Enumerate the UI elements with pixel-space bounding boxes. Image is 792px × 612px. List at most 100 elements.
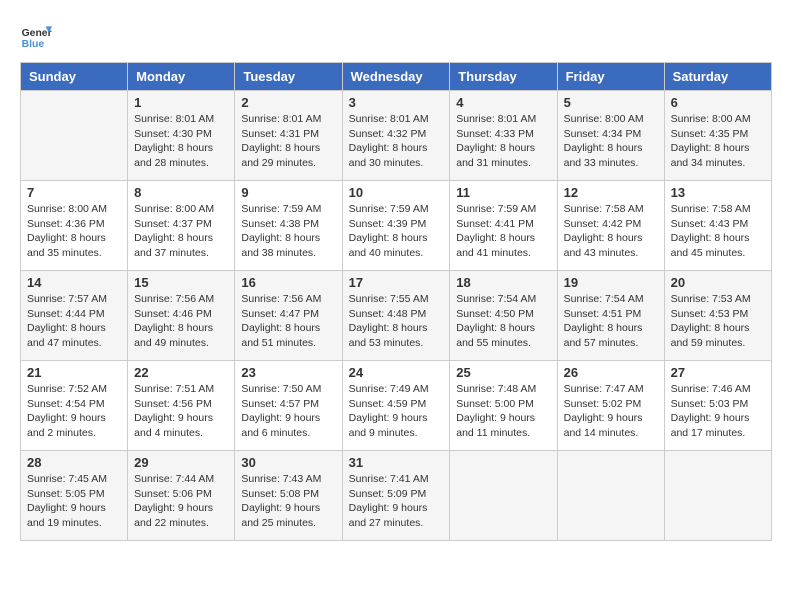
day-header-thursday: Thursday bbox=[450, 63, 557, 91]
week-row-2: 7Sunrise: 8:00 AMSunset: 4:36 PMDaylight… bbox=[21, 181, 772, 271]
day-number: 26 bbox=[564, 365, 658, 380]
day-info: Sunrise: 7:45 AMSunset: 5:05 PMDaylight:… bbox=[27, 472, 121, 531]
days-header-row: SundayMondayTuesdayWednesdayThursdayFrid… bbox=[21, 63, 772, 91]
day-number: 13 bbox=[671, 185, 765, 200]
day-number: 29 bbox=[134, 455, 228, 470]
day-number: 3 bbox=[349, 95, 444, 110]
calendar-cell: 19 Sunrise: 7:54 AMSunset: 4:51 PMDayligh… bbox=[557, 271, 664, 361]
calendar-cell: 5 Sunrise: 8:00 AMSunset: 4:34 PMDaylight… bbox=[557, 91, 664, 181]
day-header-wednesday: Wednesday bbox=[342, 63, 450, 91]
day-number: 19 bbox=[564, 275, 658, 290]
day-number: 8 bbox=[134, 185, 228, 200]
day-info: Sunrise: 7:56 AMSunset: 4:47 PMDaylight:… bbox=[241, 292, 335, 351]
day-info: Sunrise: 7:44 AMSunset: 5:06 PMDaylight:… bbox=[134, 472, 228, 531]
calendar-cell: 26 Sunrise: 7:47 AMSunset: 5:02 PMDayligh… bbox=[557, 361, 664, 451]
calendar-cell: 11Sunrise: 7:59 AMSunset: 4:41 PMDayligh… bbox=[450, 181, 557, 271]
day-info: Sunrise: 7:53 AMSunset: 4:53 PMDaylight:… bbox=[671, 292, 765, 351]
day-info: Sunrise: 7:56 AMSunset: 4:46 PMDaylight:… bbox=[134, 292, 228, 351]
day-info: Sunrise: 7:58 AMSunset: 4:42 PMDaylight:… bbox=[564, 202, 658, 261]
calendar-cell: 10 Sunrise: 7:59 AMSunset: 4:39 PMDayligh… bbox=[342, 181, 450, 271]
calendar-cell: 3 Sunrise: 8:01 AMSunset: 4:32 PMDaylight… bbox=[342, 91, 450, 181]
day-info: Sunrise: 7:41 AMSunset: 5:09 PMDaylight:… bbox=[349, 472, 444, 531]
day-info: Sunrise: 7:50 AMSunset: 4:57 PMDaylight:… bbox=[241, 382, 335, 441]
calendar-cell: 22 Sunrise: 7:51 AMSunset: 4:56 PMDayligh… bbox=[128, 361, 235, 451]
day-info: Sunrise: 8:00 AMSunset: 4:37 PMDaylight:… bbox=[134, 202, 228, 261]
logo-icon: General Blue bbox=[20, 20, 52, 52]
calendar-cell: 13 Sunrise: 7:58 AMSunset: 4:43 PMDayligh… bbox=[664, 181, 771, 271]
calendar-cell: 29 Sunrise: 7:44 AMSunset: 5:06 PMDayligh… bbox=[128, 451, 235, 541]
calendar-cell: 6Sunrise: 8:00 AMSunset: 4:35 PMDaylight… bbox=[664, 91, 771, 181]
calendar-cell: 24 Sunrise: 7:49 AMSunset: 4:59 PMDayligh… bbox=[342, 361, 450, 451]
day-number: 28 bbox=[27, 455, 121, 470]
calendar-cell: 27 Sunrise: 7:46 AMSunset: 5:03 PMDayligh… bbox=[664, 361, 771, 451]
calendar-cell: 17 Sunrise: 7:55 AMSunset: 4:48 PMDayligh… bbox=[342, 271, 450, 361]
calendar-cell: 25 Sunrise: 7:48 AMSunset: 5:00 PMDayligh… bbox=[450, 361, 557, 451]
calendar-cell: 15 Sunrise: 7:56 AMSunset: 4:46 PMDayligh… bbox=[128, 271, 235, 361]
day-info: Sunrise: 7:47 AMSunset: 5:02 PMDaylight:… bbox=[564, 382, 658, 441]
day-number: 10 bbox=[349, 185, 444, 200]
day-number: 7 bbox=[27, 185, 121, 200]
day-number: 30 bbox=[241, 455, 335, 470]
day-info: Sunrise: 7:59 AMSunset: 4:39 PMDaylight:… bbox=[349, 202, 444, 261]
day-number: 31 bbox=[349, 455, 444, 470]
svg-text:Blue: Blue bbox=[22, 39, 45, 50]
calendar-cell: 23 Sunrise: 7:50 AMSunset: 4:57 PMDayligh… bbox=[235, 361, 342, 451]
day-info: Sunrise: 8:00 AMSunset: 4:34 PMDaylight:… bbox=[564, 112, 658, 171]
day-number: 18 bbox=[456, 275, 550, 290]
day-header-monday: Monday bbox=[128, 63, 235, 91]
calendar-cell: 4Sunrise: 8:01 AMSunset: 4:33 PMDaylight… bbox=[450, 91, 557, 181]
calendar-cell: 18 Sunrise: 7:54 AMSunset: 4:50 PMDayligh… bbox=[450, 271, 557, 361]
day-header-tuesday: Tuesday bbox=[235, 63, 342, 91]
calendar-cell: 8 Sunrise: 8:00 AMSunset: 4:37 PMDaylight… bbox=[128, 181, 235, 271]
header: General Blue bbox=[20, 20, 772, 52]
day-number: 27 bbox=[671, 365, 765, 380]
day-number: 17 bbox=[349, 275, 444, 290]
calendar-cell: 28 Sunrise: 7:45 AMSunset: 5:05 PMDayligh… bbox=[21, 451, 128, 541]
day-number: 9 bbox=[241, 185, 335, 200]
calendar-cell: 12 Sunrise: 7:58 AMSunset: 4:42 PMDayligh… bbox=[557, 181, 664, 271]
day-number: 12 bbox=[564, 185, 658, 200]
day-number: 2 bbox=[241, 95, 335, 110]
day-info: Sunrise: 7:52 AMSunset: 4:54 PMDaylight:… bbox=[27, 382, 121, 441]
calendar-cell: 9 Sunrise: 7:59 AMSunset: 4:38 PMDaylight… bbox=[235, 181, 342, 271]
day-info: Sunrise: 7:58 AMSunset: 4:43 PMDaylight:… bbox=[671, 202, 765, 261]
day-number: 21 bbox=[27, 365, 121, 380]
calendar-cell: 20 Sunrise: 7:53 AMSunset: 4:53 PMDayligh… bbox=[664, 271, 771, 361]
day-info: Sunrise: 7:54 AMSunset: 4:50 PMDaylight:… bbox=[456, 292, 550, 351]
day-header-saturday: Saturday bbox=[664, 63, 771, 91]
calendar-cell bbox=[664, 451, 771, 541]
calendar-cell: 14Sunrise: 7:57 AMSunset: 4:44 PMDayligh… bbox=[21, 271, 128, 361]
day-info: Sunrise: 8:00 AMSunset: 4:35 PMDaylight:… bbox=[671, 112, 765, 171]
day-header-friday: Friday bbox=[557, 63, 664, 91]
day-number: 15 bbox=[134, 275, 228, 290]
day-info: Sunrise: 7:48 AMSunset: 5:00 PMDaylight:… bbox=[456, 382, 550, 441]
day-info: Sunrise: 7:51 AMSunset: 4:56 PMDaylight:… bbox=[134, 382, 228, 441]
day-header-sunday: Sunday bbox=[21, 63, 128, 91]
day-number: 24 bbox=[349, 365, 444, 380]
calendar-cell: 1Sunrise: 8:01 AMSunset: 4:30 PMDaylight… bbox=[128, 91, 235, 181]
day-number: 14 bbox=[27, 275, 121, 290]
calendar-cell bbox=[557, 451, 664, 541]
day-info: Sunrise: 7:55 AMSunset: 4:48 PMDaylight:… bbox=[349, 292, 444, 351]
day-number: 23 bbox=[241, 365, 335, 380]
day-info: Sunrise: 8:01 AMSunset: 4:33 PMDaylight:… bbox=[456, 112, 550, 171]
day-number: 16 bbox=[241, 275, 335, 290]
calendar-cell: 31 Sunrise: 7:41 AMSunset: 5:09 PMDayligh… bbox=[342, 451, 450, 541]
day-number: 5 bbox=[564, 95, 658, 110]
calendar-cell: 21 Sunrise: 7:52 AMSunset: 4:54 PMDayligh… bbox=[21, 361, 128, 451]
day-info: Sunrise: 8:01 AMSunset: 4:32 PMDaylight:… bbox=[349, 112, 444, 171]
day-info: Sunrise: 7:59 AMSunset: 4:38 PMDaylight:… bbox=[241, 202, 335, 261]
day-info: Sunrise: 7:43 AMSunset: 5:08 PMDaylight:… bbox=[241, 472, 335, 531]
calendar-cell bbox=[450, 451, 557, 541]
calendar-cell: 2Sunrise: 8:01 AMSunset: 4:31 PMDaylight… bbox=[235, 91, 342, 181]
day-number: 20 bbox=[671, 275, 765, 290]
calendar-cell: 7Sunrise: 8:00 AMSunset: 4:36 PMDaylight… bbox=[21, 181, 128, 271]
day-info: Sunrise: 7:49 AMSunset: 4:59 PMDaylight:… bbox=[349, 382, 444, 441]
logo: General Blue bbox=[20, 20, 52, 52]
day-number: 22 bbox=[134, 365, 228, 380]
day-number: 25 bbox=[456, 365, 550, 380]
day-info: Sunrise: 7:54 AMSunset: 4:51 PMDaylight:… bbox=[564, 292, 658, 351]
day-info: Sunrise: 7:46 AMSunset: 5:03 PMDaylight:… bbox=[671, 382, 765, 441]
week-row-3: 14Sunrise: 7:57 AMSunset: 4:44 PMDayligh… bbox=[21, 271, 772, 361]
week-row-5: 28 Sunrise: 7:45 AMSunset: 5:05 PMDayligh… bbox=[21, 451, 772, 541]
